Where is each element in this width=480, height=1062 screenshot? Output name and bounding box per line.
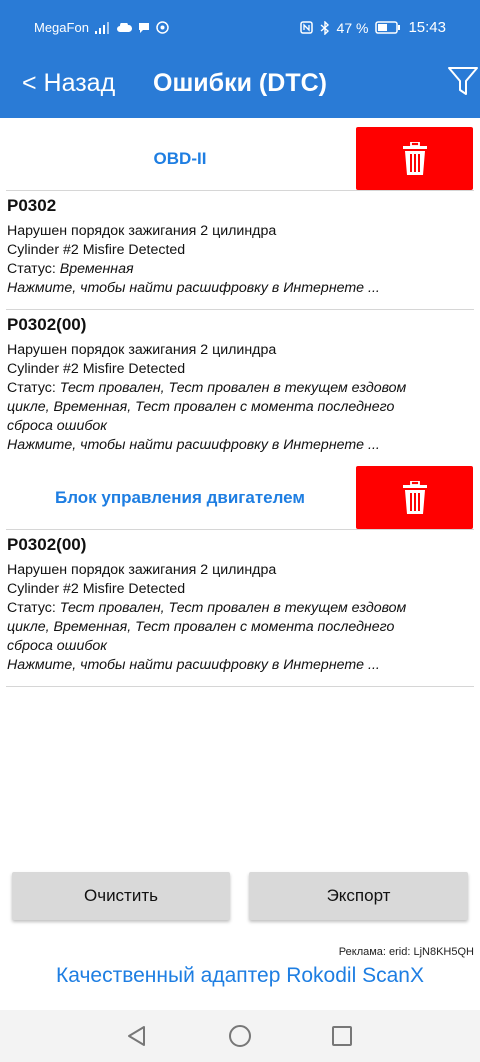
clock: 15:43: [408, 19, 446, 36]
dtc-search-hint[interactable]: Нажмите, чтобы найти расшифровку в Интер…: [7, 656, 474, 675]
status-value: Тест провален, Тест провален в текущем е…: [59, 380, 407, 396]
app-bar: < Назад Ошибки (DTC): [0, 58, 480, 118]
dtc-search-hint[interactable]: Нажмите, чтобы найти расшифровку в Интер…: [7, 279, 474, 298]
status-right: 47 % 15:43: [299, 19, 446, 36]
divider: [6, 309, 474, 310]
dtc-search-hint[interactable]: Нажмите, чтобы найти расшифровку в Интер…: [7, 436, 474, 455]
trash-icon: [402, 141, 427, 175]
status-value: сброса ошибок: [7, 638, 107, 654]
status-label: Статус:: [7, 600, 56, 616]
battery-icon: [375, 21, 401, 34]
delete-section-button[interactable]: [356, 466, 473, 529]
divider: [6, 190, 474, 191]
square-recents-icon[interactable]: [330, 1024, 354, 1048]
dtc-status: Статус: Тест провален, Тест провален в т…: [7, 379, 474, 398]
dtc-code: P0302(00): [7, 535, 87, 554]
bluetooth-icon: [320, 20, 330, 35]
export-button[interactable]: Экспорт: [249, 872, 468, 920]
battery-percent: 47 %: [336, 19, 369, 36]
dtc-item[interactable]: P0302(00) Нарушен порядок зажигания 2 ци…: [7, 315, 474, 455]
clear-button[interactable]: Очистить: [12, 872, 230, 920]
hint-text: Нажмите, чтобы найти расшифровку в Интер…: [7, 280, 380, 296]
status-value: цикле, Временная, Тест провален с момент…: [7, 399, 395, 415]
section-header-engine: Блок управления двигателем: [0, 465, 480, 531]
triangle-back-icon[interactable]: [125, 1024, 149, 1048]
system-nav-bar: [0, 1010, 480, 1062]
divider: [6, 686, 474, 687]
ad-link[interactable]: Качественный адаптер Rokodil ScanX: [0, 964, 480, 988]
status-left: MegaFon: [34, 20, 169, 35]
cloud-icon: [116, 22, 132, 33]
section-title: Блок управления двигателем: [55, 488, 305, 507]
nfc-icon: [299, 21, 313, 34]
dtc-description-ru: Нарушен порядок зажигания 2 цилиндра: [7, 223, 277, 239]
dtc-code: P0302(00): [7, 315, 87, 334]
dtc-description-en: Cylinder #2 Misfire Detected: [7, 242, 186, 258]
status-label: Статус:: [7, 261, 56, 277]
signal-icon: [94, 21, 111, 34]
dtc-description-ru: Нарушен порядок зажигания 2 цилиндра: [7, 562, 277, 578]
dtc-description-en: Cylinder #2 Misfire Detected: [7, 361, 186, 377]
divider: [6, 529, 474, 530]
viber-icon: [156, 21, 169, 34]
hint-text: Нажмите, чтобы найти расшифровку в Интер…: [7, 437, 380, 453]
status-label: Статус:: [7, 380, 56, 396]
status-value: цикле, Временная, Тест провален с момент…: [7, 619, 395, 635]
chat-icon: [138, 22, 150, 34]
status-bar: MegaFon 47 % 15:43: [0, 0, 480, 58]
dtc-code: P0302: [7, 196, 57, 215]
section-header-obd2: OBD-II: [0, 126, 480, 192]
status-value: Временная: [59, 261, 134, 277]
dtc-description-en: Cylinder #2 Misfire Detected: [7, 581, 186, 597]
filter-icon[interactable]: [446, 64, 480, 98]
dtc-item[interactable]: P0302(00) Нарушен порядок зажигания 2 ци…: [7, 535, 474, 675]
status-value: сброса ошибок: [7, 418, 107, 434]
dtc-status-cont: сброса ошибок: [7, 417, 474, 436]
circle-home-icon[interactable]: [228, 1024, 252, 1048]
dtc-status-cont: сброса ошибок: [7, 637, 474, 656]
ad-label: Реклама: erid: LjN8KH5QH: [338, 946, 474, 958]
dtc-status: Статус: Тест провален, Тест провален в т…: [7, 599, 474, 618]
dtc-description-ru: Нарушен порядок зажигания 2 цилиндра: [7, 342, 277, 358]
dtc-status-cont: цикле, Временная, Тест провален с момент…: [7, 398, 474, 417]
back-button[interactable]: < Назад: [22, 68, 115, 98]
status-value: Тест провален, Тест провален в текущем е…: [59, 600, 407, 616]
dtc-status-cont: цикле, Временная, Тест провален с момент…: [7, 618, 474, 637]
delete-section-button[interactable]: [356, 127, 473, 190]
dtc-status: Статус: Временная: [7, 260, 474, 279]
carrier-label: MegaFon: [34, 20, 89, 35]
hint-text: Нажмите, чтобы найти расшифровку в Интер…: [7, 657, 380, 673]
dtc-item[interactable]: P0302 Нарушен порядок зажигания 2 цилинд…: [7, 196, 474, 298]
trash-icon: [402, 480, 427, 514]
section-title: OBD-II: [153, 149, 207, 168]
